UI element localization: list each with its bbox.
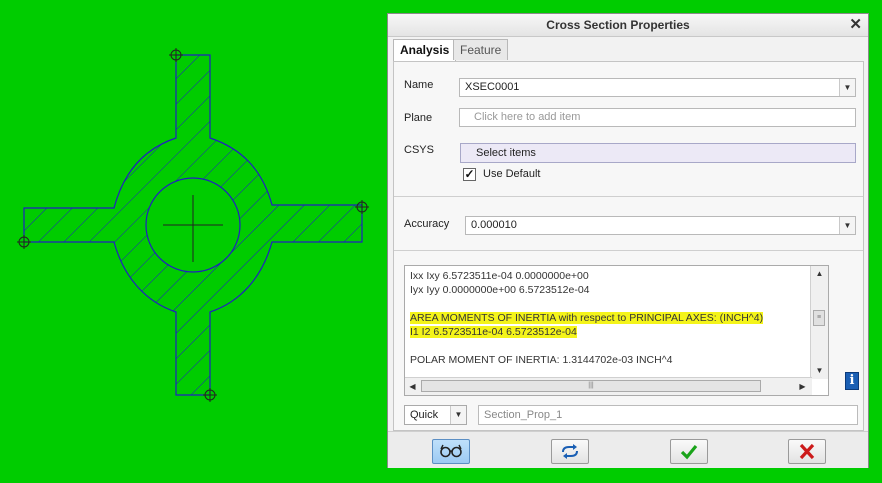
- highlighted-heading: AREA MOMENTS OF INERTIA with respect to …: [410, 312, 764, 324]
- result-line: I1 I2 6.5723511e-04 6.5723512e-04: [410, 326, 577, 338]
- scroll-thumb[interactable]: ≡: [813, 310, 825, 326]
- analysis-name-input[interactable]: Section_Prop_1: [478, 405, 858, 425]
- tab-feature[interactable]: Feature: [453, 39, 509, 60]
- dropdown-arrow-icon[interactable]: ▼: [839, 217, 855, 234]
- quick-dropdown[interactable]: Quick ▼: [404, 405, 467, 425]
- plane-collector[interactable]: Click here to add item: [459, 108, 856, 127]
- cancel-button[interactable]: [788, 439, 826, 464]
- dialog-title: Cross Section Properties: [546, 18, 690, 32]
- accuracy-value: 0.000010: [471, 219, 517, 231]
- separator: [394, 196, 863, 197]
- csys-label: CSYS: [404, 144, 434, 156]
- quick-value: Quick: [410, 409, 439, 421]
- accuracy-dropdown[interactable]: 0.000010 ▼: [465, 216, 856, 235]
- tab-analysis[interactable]: Analysis: [393, 39, 457, 62]
- name-dropdown[interactable]: XSEC0001 ▼: [459, 78, 856, 97]
- result-line: Iyx Iyy 0.0000000e+00 6.5723512e-04: [410, 284, 590, 296]
- scroll-thumb[interactable]: |||: [421, 380, 761, 392]
- cross-section-shape: [23, 54, 363, 396]
- close-icon[interactable]: ✕: [849, 16, 862, 33]
- cross-section-properties-dialog: Cross Section Properties ✕ Analysis Feat…: [387, 13, 869, 468]
- model-canvas[interactable]: [0, 0, 386, 483]
- ok-button[interactable]: [670, 439, 708, 464]
- name-label: Name: [404, 79, 434, 91]
- info-icon[interactable]: i: [845, 372, 859, 390]
- accuracy-label: Accuracy: [404, 218, 450, 230]
- plane-label: Plane: [404, 112, 433, 124]
- scroll-right-icon[interactable]: ▶: [795, 380, 810, 393]
- x-icon: [799, 443, 815, 460]
- preview-button[interactable]: [432, 439, 470, 464]
- scroll-down-icon[interactable]: ▼: [812, 364, 827, 377]
- checkmark-icon: [680, 444, 698, 460]
- result-line: AREA MOMENTS OF INERTIA with respect to …: [410, 312, 764, 324]
- name-value: XSEC0001: [465, 81, 520, 93]
- result-line: Ixx Ixy 6.5723511e-04 0.0000000e+00: [410, 270, 589, 282]
- results-text-area[interactable]: Ixx Ixy 6.5723511e-04 0.0000000e+00 Iyx …: [404, 265, 829, 396]
- use-default-checkbox[interactable]: ✓: [463, 168, 476, 181]
- dropdown-arrow-icon[interactable]: ▼: [450, 406, 466, 424]
- vertical-scrollbar[interactable]: ▲ ≡ ▼: [810, 266, 828, 379]
- result-line: POLAR MOMENT OF INERTIA: 1.3144702e-03 I…: [410, 354, 673, 366]
- analysis-panel: Name XSEC0001 ▼ Plane Click here to add …: [393, 61, 864, 431]
- dropdown-arrow-icon[interactable]: ▼: [839, 79, 855, 96]
- repeat-icon: [562, 444, 578, 459]
- scroll-up-icon[interactable]: ▲: [812, 267, 827, 280]
- horizontal-scrollbar[interactable]: ◀ ||| ▶: [405, 377, 812, 395]
- csys-collector[interactable]: Select items: [460, 143, 856, 163]
- use-default-label: Use Default: [483, 168, 541, 180]
- separator: [394, 250, 863, 251]
- highlighted-values: I1 I2 6.5723511e-04 6.5723512e-04: [410, 326, 577, 338]
- glasses-icon: [440, 444, 462, 458]
- button-bar: [388, 431, 868, 468]
- repeat-button[interactable]: [551, 439, 589, 464]
- scroll-left-icon[interactable]: ◀: [405, 380, 420, 393]
- dialog-titlebar[interactable]: Cross Section Properties ✕: [388, 14, 868, 37]
